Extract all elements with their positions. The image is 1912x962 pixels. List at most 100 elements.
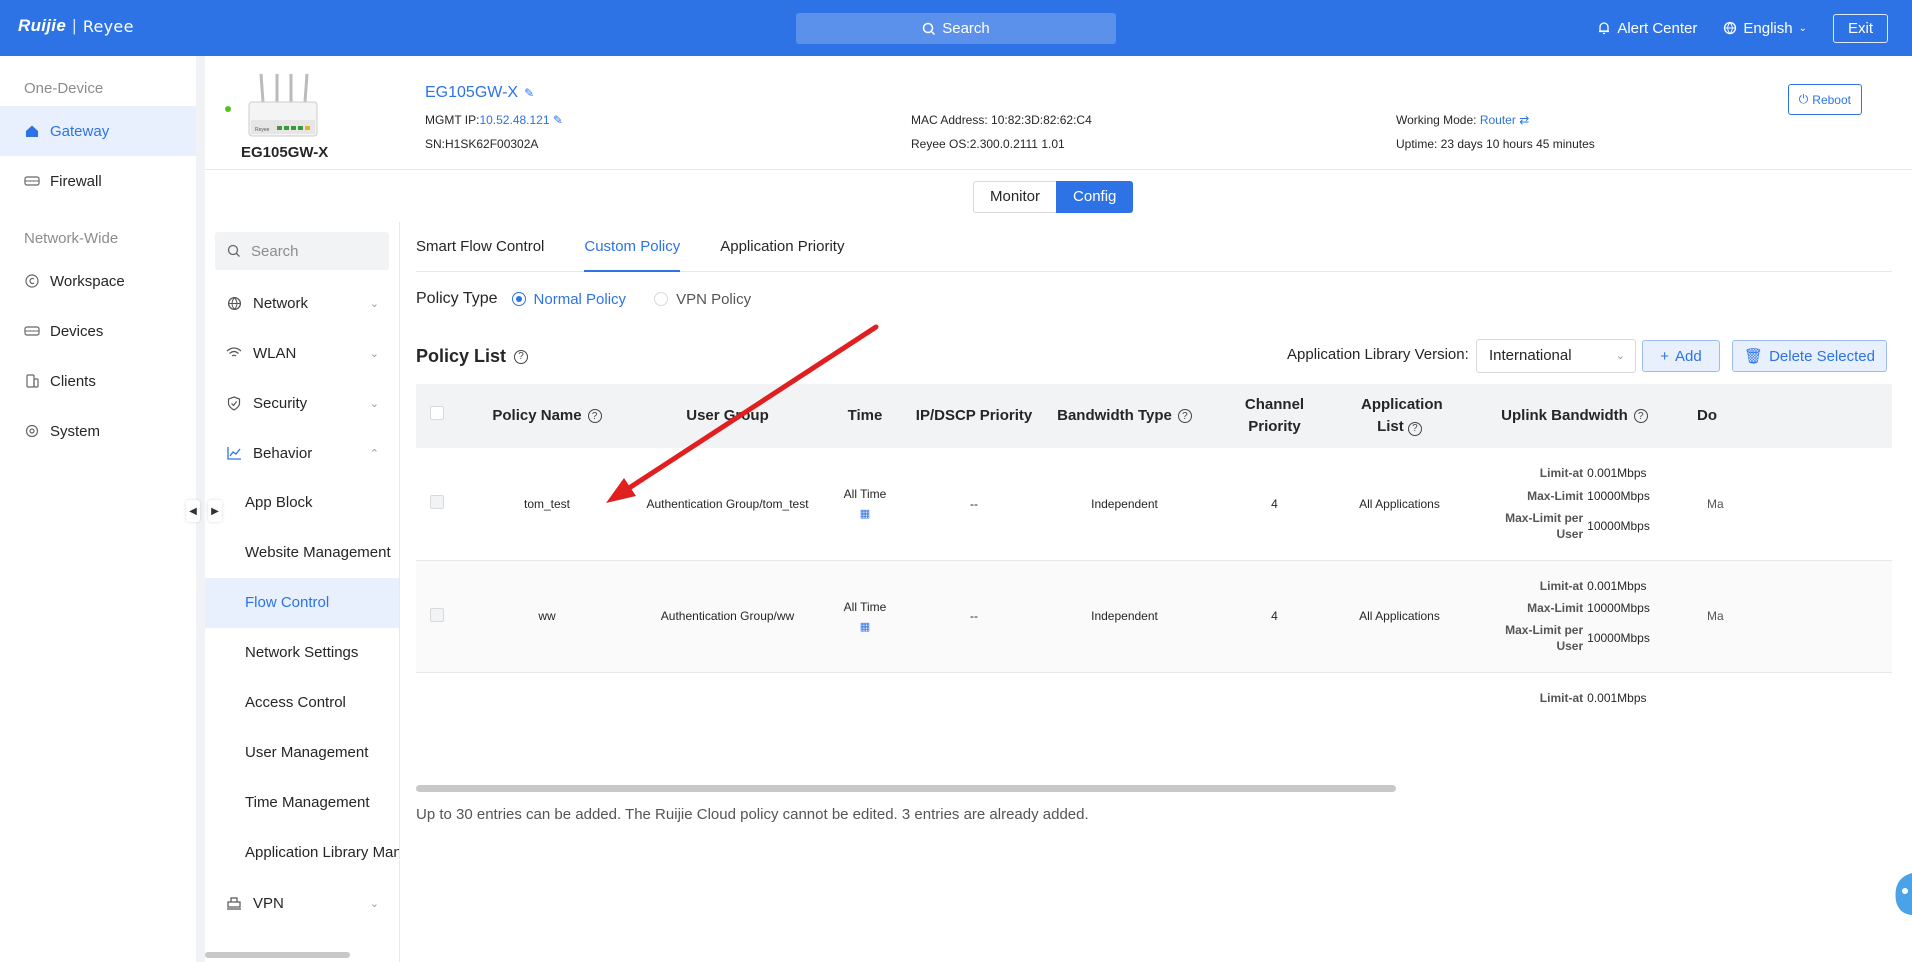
table-row[interactable]: tom_test Authentication Group/tom_test All… xyxy=(416,448,1892,561)
submenu-user-management[interactable]: User Management xyxy=(205,728,399,778)
header-label: Do xyxy=(1697,406,1717,424)
submenu-app-block[interactable]: App Block xyxy=(205,478,399,528)
ip-dscp-priority-cell: -- xyxy=(911,448,1037,561)
submenu-website-management[interactable]: Website Management xyxy=(205,528,399,578)
table-horizontal-scrollbar[interactable] xyxy=(416,785,1396,792)
help-icon[interactable]: ? xyxy=(1407,421,1422,436)
submenu-label: VPN xyxy=(253,894,284,912)
table-row[interactable]: ww Authentication Group/ww All Time ▦ -- Inde… xyxy=(416,560,1892,673)
policy-name-cell[interactable]: 123 xyxy=(458,672,636,714)
search-icon xyxy=(227,244,240,257)
nav-item-clients[interactable]: Clients xyxy=(0,356,196,406)
header-label: Bandwidth Type xyxy=(1057,406,1172,424)
submenu-application-library[interactable]: Application Library Man xyxy=(205,828,399,878)
bw-limit-at: 0.001Mbps xyxy=(1587,466,1647,481)
submenu-network[interactable]: Network ⌄ xyxy=(205,278,399,328)
submenu-time-management[interactable]: Time Management xyxy=(205,778,399,828)
submenu-scrollbar[interactable] xyxy=(205,952,350,958)
mgmt-ip-value[interactable]: 10.52.48.121 xyxy=(479,113,549,127)
bandwidth-type-cell: Independent xyxy=(1037,448,1212,561)
submenu-flow-control[interactable]: Flow Control xyxy=(205,578,399,628)
reboot-button[interactable]: ⏻ Reboot xyxy=(1787,84,1862,115)
channel-priority-cell: 4 xyxy=(1212,560,1337,673)
policy-name-cell[interactable]: ww xyxy=(458,560,636,673)
time-value: All Time xyxy=(843,599,887,614)
nav-item-firewall[interactable]: Firewall xyxy=(0,156,196,206)
row-checkbox[interactable] xyxy=(430,607,444,622)
row-select-cell xyxy=(416,672,458,714)
policy-type-label: Policy Type xyxy=(416,290,498,307)
tab-smart-flow-control[interactable]: Smart Flow Control xyxy=(416,222,544,271)
chevron-right-icon[interactable]: ▶ xyxy=(208,500,222,522)
delete-selected-button[interactable]: 🗑 Delete Selected xyxy=(1732,340,1887,372)
row-select-cell xyxy=(416,448,458,561)
language-label: English xyxy=(1743,19,1793,37)
switch-icon[interactable]: ⇄ xyxy=(1519,113,1529,127)
header-label: Policy Name xyxy=(492,406,582,424)
nav-item-workspace[interactable]: Workspace xyxy=(0,256,196,306)
brand-separator: | xyxy=(72,16,77,35)
config-toggle[interactable]: Config xyxy=(1056,181,1134,213)
header-label: Application List xyxy=(1361,395,1443,436)
exit-button[interactable]: Exit xyxy=(1832,13,1888,43)
normal-policy-radio[interactable]: Normal Policy xyxy=(511,291,626,308)
language-selector[interactable]: English ⌄ xyxy=(1723,20,1807,37)
calendar-icon[interactable]: ▦ xyxy=(819,620,911,633)
sidebar-collapse-handle[interactable]: ◀ ▶ xyxy=(186,500,222,522)
floating-assistant-icon[interactable] xyxy=(1886,871,1912,915)
submenu-search-input[interactable]: Search xyxy=(215,232,389,270)
vpn-policy-radio[interactable]: VPN Policy xyxy=(654,291,751,308)
table-row[interactable]: 123Authentication Group/123All Time▦--In… xyxy=(416,672,1892,714)
alert-center-link[interactable]: Alert Center xyxy=(1597,20,1697,37)
submenu-vpn[interactable]: VPN ⌄ xyxy=(205,878,399,928)
downlink-bandwidth-cell: Ma xyxy=(1687,672,1892,714)
downlink-truncated-label: Ma xyxy=(1707,609,1724,623)
bw-max-limit: 10000Mbps xyxy=(1587,488,1650,503)
add-button[interactable]: + Add xyxy=(1642,340,1720,372)
chevron-left-icon[interactable]: ◀ xyxy=(186,500,200,522)
nav-item-gateway[interactable]: Gateway xyxy=(0,106,196,156)
delete-label: Delete Selected xyxy=(1769,347,1875,365)
tab-application-priority[interactable]: Application Priority xyxy=(720,222,844,271)
ip-dscp-priority-cell: -- xyxy=(911,560,1037,673)
trash-icon: 🗑 xyxy=(1744,348,1764,365)
downlink-bandwidth-cell: Ma xyxy=(1687,560,1892,673)
policy-name-cell[interactable]: tom_test xyxy=(458,448,636,561)
edit-icon[interactable]: ✎ xyxy=(553,113,563,127)
help-icon[interactable]: ? xyxy=(1177,409,1192,423)
help-icon[interactable]: ? xyxy=(1633,409,1648,423)
help-icon[interactable]: ? xyxy=(514,349,529,364)
submenu-wlan[interactable]: WLAN ⌄ xyxy=(205,328,399,378)
row-checkbox[interactable] xyxy=(430,495,444,510)
tab-custom-policy[interactable]: Custom Policy xyxy=(584,222,680,272)
os-version: Reyee OS:2.300.0.2111 1.01 xyxy=(911,137,1065,151)
flow-control-tabs: Smart Flow Control Custom Policy Applica… xyxy=(416,222,1892,272)
submenu-security[interactable]: Security ⌄ xyxy=(205,378,399,428)
nav-item-system[interactable]: System xyxy=(0,406,196,456)
device-icon xyxy=(24,323,40,339)
working-mode-value[interactable]: Router xyxy=(1480,113,1516,127)
calendar-icon[interactable]: ▦ xyxy=(819,507,911,520)
app-library-version-select[interactable]: International ⌄ xyxy=(1476,339,1636,373)
uptime: Uptime: 23 days 10 hours 45 minutes xyxy=(1396,137,1595,151)
radio-label: VPN Policy xyxy=(676,290,752,308)
submenu-label: Behavior xyxy=(253,444,313,462)
brand-logo[interactable]: Ruijie | Reyee xyxy=(18,16,134,36)
help-icon[interactable]: ? xyxy=(587,409,602,423)
submenu-network-settings[interactable]: Network Settings xyxy=(205,628,399,678)
edit-icon[interactable]: ✎ xyxy=(524,86,534,100)
client-icon xyxy=(24,373,40,389)
chevron-down-icon: ⌄ xyxy=(369,397,379,410)
device-image-name: EG105GW-X xyxy=(241,144,329,161)
uplink-bandwidth-cell: Limit-at0.001MbpsMax-Limit10000MbpsMax-L… xyxy=(1462,560,1687,673)
copyright-circle-icon xyxy=(24,273,40,289)
monitor-toggle[interactable]: Monitor xyxy=(973,181,1057,213)
nav-item-devices[interactable]: Devices xyxy=(0,306,196,356)
submenu-access-control[interactable]: Access Control xyxy=(205,678,399,728)
online-status-dot xyxy=(225,106,231,112)
device-title[interactable]: EG105GW-X ✎ xyxy=(425,84,534,102)
submenu-behavior[interactable]: Behavior ⌃ xyxy=(205,428,399,478)
header-downlink-bandwidth: Do xyxy=(1687,384,1892,448)
select-all-checkbox[interactable] xyxy=(430,405,444,420)
global-search[interactable]: Search xyxy=(796,13,1116,44)
